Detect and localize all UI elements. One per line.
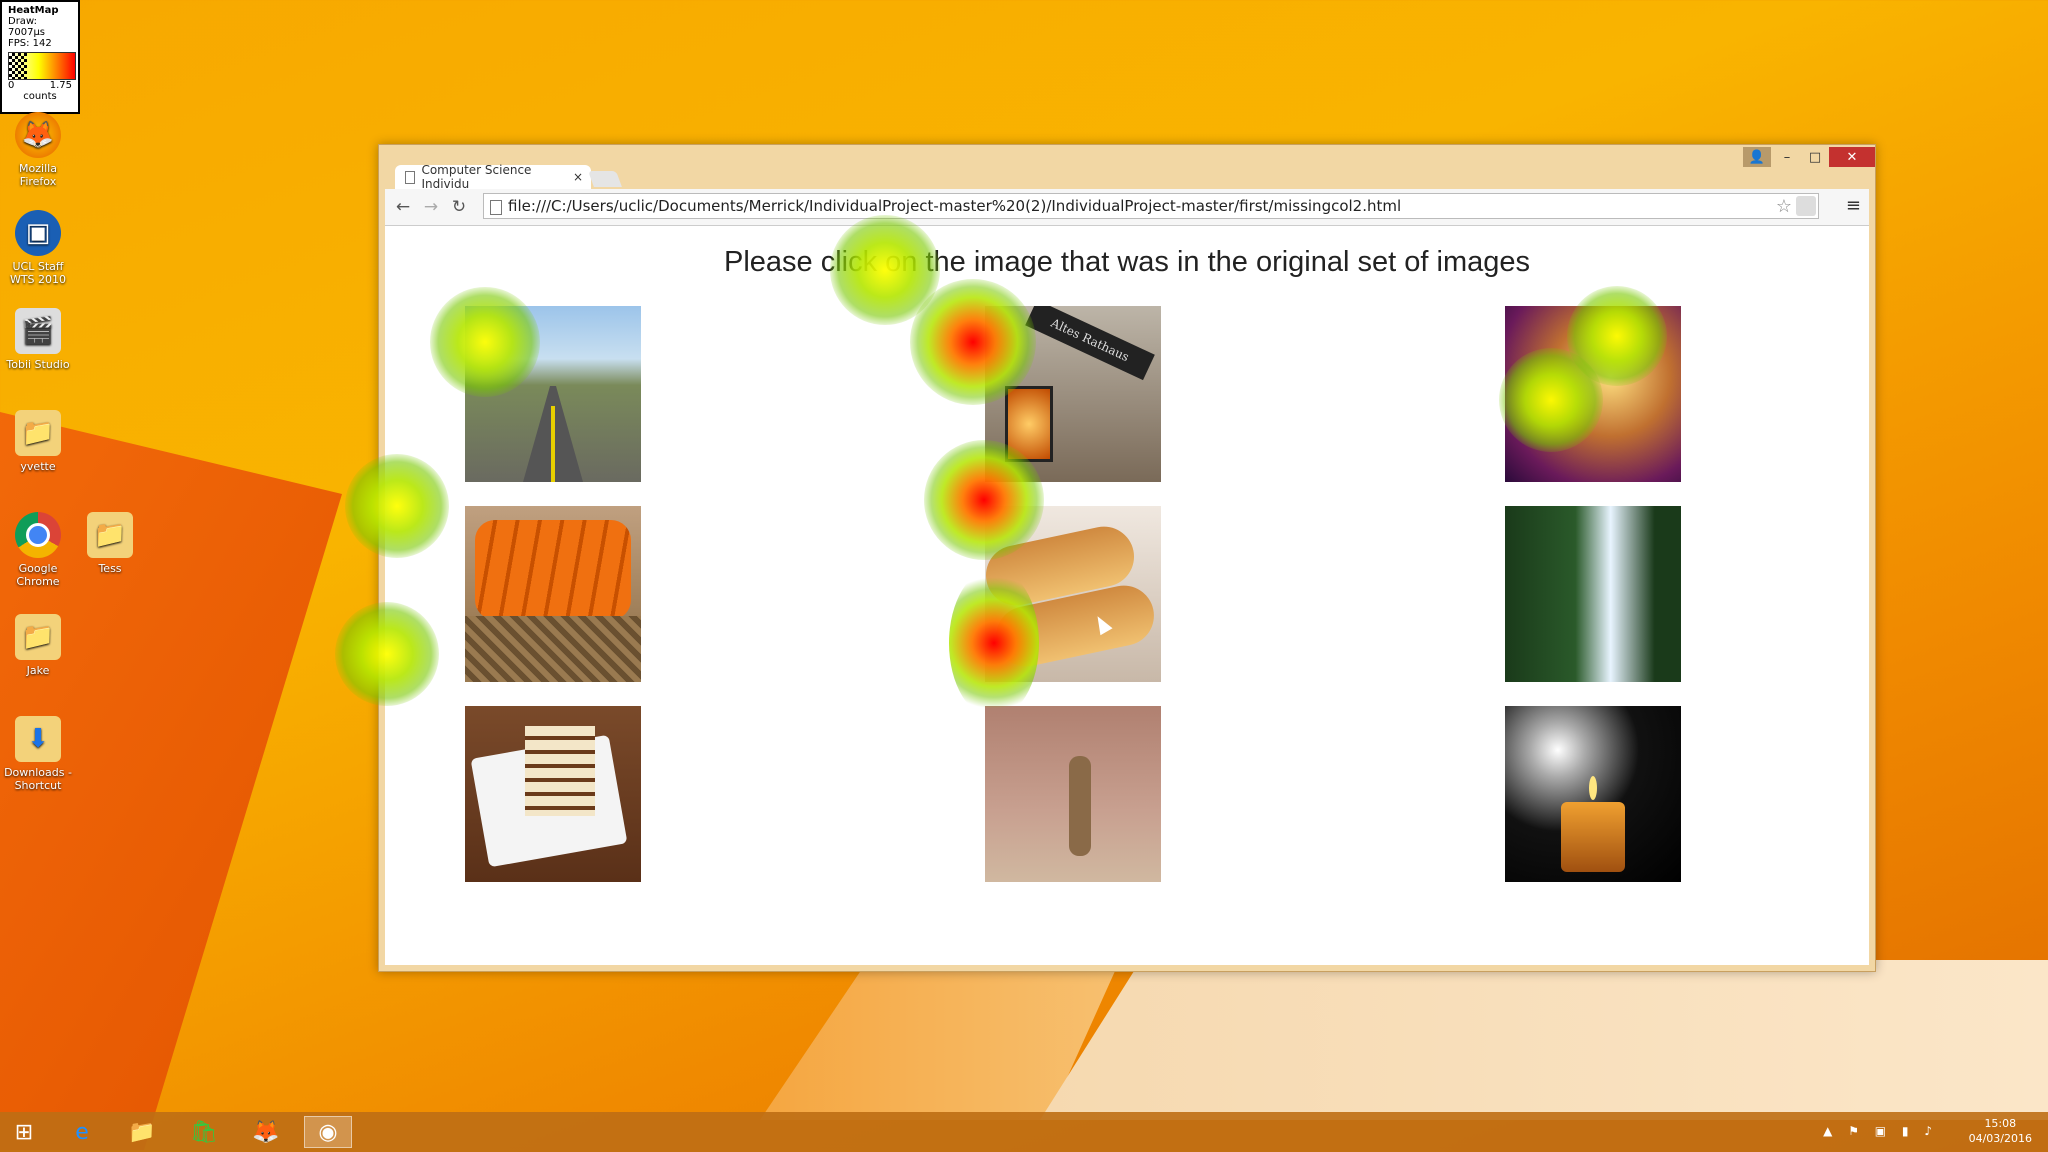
- desktop-icon-label: UCL Staff WTS 2010: [9, 260, 67, 286]
- clock-time: 15:08: [1984, 1117, 2017, 1130]
- back-arrow-icon[interactable]: ←: [391, 195, 415, 219]
- legend-max: 1.75: [49, 80, 72, 91]
- tab-computer-science[interactable]: Computer Science Individu ×: [395, 163, 591, 191]
- legend-unit: counts: [23, 91, 57, 102]
- image-candle[interactable]: [1505, 706, 1681, 882]
- folder-icon: 📁: [87, 512, 133, 558]
- firefox-icon[interactable]: 🦊: [242, 1116, 290, 1148]
- desktop-icon-label: Tess: [98, 562, 122, 575]
- tab-title: Computer Science Individu: [421, 163, 532, 191]
- desktop-icon-tess[interactable]: 📁 Tess: [72, 512, 148, 575]
- reload-icon[interactable]: ↻: [447, 195, 471, 219]
- folder-shortcut-icon: ⬇: [15, 716, 61, 762]
- user-profile-icon[interactable]: 👤: [1743, 147, 1771, 167]
- close-window-button[interactable]: ✕: [1829, 147, 1875, 167]
- heatmap-legend: HeatMap Draw: 7007μs FPS: 142 0 1.75 cou…: [0, 0, 80, 114]
- heatmap-spot: [335, 602, 439, 706]
- extension-icon[interactable]: [1796, 196, 1816, 216]
- legend-draw-time: Draw: 7007μs: [8, 16, 46, 38]
- remote-desktop-icon: ▣: [15, 210, 61, 256]
- desktop-icon-yvette[interactable]: 📁 yvette: [0, 410, 76, 473]
- minimize-button[interactable]: –: [1773, 147, 1801, 167]
- desktop-icon-firefox[interactable]: 🦊 Mozilla Firefox: [0, 112, 76, 188]
- folder-icon: 📁: [15, 614, 61, 660]
- hamburger-menu-icon[interactable]: ≡: [1846, 195, 1861, 216]
- legend-fps: FPS: 142: [8, 38, 52, 49]
- image-saxophone[interactable]: [1505, 306, 1681, 482]
- file-explorer-icon[interactable]: 📁: [118, 1116, 166, 1148]
- address-bar[interactable]: file:///C:/Users/uclic/Documents/Merrick…: [483, 193, 1819, 219]
- desktop-icon-google-chrome[interactable]: Google Chrome: [0, 512, 76, 588]
- forward-arrow-icon[interactable]: →: [419, 195, 443, 219]
- desktop-icon-label: Google Chrome: [16, 562, 60, 588]
- url-text: file:///C:/Users/uclic/Documents/Merrick…: [508, 197, 1402, 215]
- windows-start-icon[interactable]: ⊞: [0, 1116, 48, 1148]
- desktop-icon-label: Downloads - Shortcut: [4, 766, 72, 792]
- image-bread[interactable]: [985, 506, 1161, 682]
- store-icon[interactable]: 🛍: [180, 1116, 228, 1148]
- desktop-icon-ucl-staff-wts[interactable]: ▣ UCL Staff WTS 2010: [0, 210, 76, 286]
- desktop-icon-jake[interactable]: 📁 Jake: [0, 614, 76, 677]
- legend-color-scale: [8, 52, 76, 80]
- tab-bar: Computer Science Individu × 👤 – □ ✕: [379, 145, 1875, 191]
- page-icon: [405, 170, 416, 184]
- legend-min: 0: [8, 80, 15, 91]
- image-meerkat[interactable]: [985, 706, 1161, 882]
- bookmark-star-icon[interactable]: ☆: [1776, 196, 1792, 217]
- image-waterfall[interactable]: [1505, 506, 1681, 682]
- heatmap-spot: [345, 454, 449, 558]
- desktop-icon-tobii-studio[interactable]: 🎬 Tobii Studio: [0, 308, 76, 371]
- image-carrots[interactable]: [465, 506, 641, 682]
- background-wedge: [1040, 960, 2048, 1120]
- firefox-icon: 🦊: [15, 112, 61, 158]
- folder-icon: 📁: [15, 410, 61, 456]
- legend-title: HeatMap: [8, 5, 59, 16]
- desktop-icon-label: Jake: [26, 664, 50, 677]
- tobii-studio-icon: 🎬: [15, 308, 61, 354]
- page-heading: Please click on the image that was in th…: [724, 246, 1530, 278]
- taskbar: ⊞ e 📁 🛍 🦊 ◉ ▲ ⚑ ▣ ▮ ♪ 15:08 04/03/2016: [0, 1112, 2048, 1152]
- system-tray-icons[interactable]: ▲ ⚑ ▣ ▮ ♪: [1823, 1124, 1938, 1138]
- page-content: Please click on the image that was in th…: [335, 215, 1869, 965]
- clock-date: 04/03/2016: [1968, 1132, 2032, 1145]
- image-lantern[interactable]: Altes Rathaus: [985, 306, 1161, 482]
- browser-window: Computer Science Individu × 👤 – □ ✕ ← → …: [335, 144, 1876, 972]
- desktop-icon-downloads-shortcut[interactable]: ⬇ Downloads - Shortcut: [0, 716, 76, 792]
- browser-toolbar: ← → ↻ file:///C:/Users/uclic/Documents/M…: [385, 189, 1869, 226]
- file-icon: [490, 200, 502, 215]
- chrome-icon[interactable]: ◉: [304, 1116, 352, 1148]
- internet-explorer-icon[interactable]: e: [58, 1116, 106, 1148]
- clock[interactable]: 15:08 04/03/2016: [1969, 1116, 2032, 1146]
- image-cake[interactable]: [465, 706, 641, 882]
- maximize-button[interactable]: □: [1801, 147, 1829, 167]
- chrome-icon: [15, 512, 61, 558]
- tab-close-icon[interactable]: ×: [573, 170, 583, 184]
- desktop-icon-label: Mozilla Firefox: [19, 162, 57, 188]
- new-tab-button[interactable]: [588, 171, 622, 187]
- desktop-icon-label: Tobii Studio: [6, 358, 70, 371]
- image-road[interactable]: [465, 306, 641, 482]
- desktop-icon-label: yvette: [20, 460, 56, 473]
